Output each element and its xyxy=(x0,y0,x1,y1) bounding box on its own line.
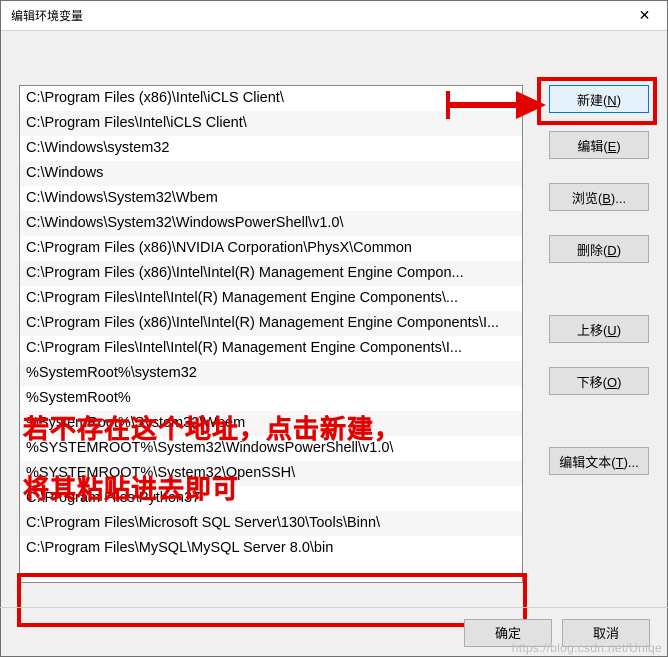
label-key: B xyxy=(602,191,611,206)
label: 下移( xyxy=(577,375,607,390)
moveup-button[interactable]: 上移(U) xyxy=(549,315,649,343)
button-column: 新建(N) 编辑(E) 浏览(B)... 删除(D) 上移(U) 下移(O) 编… xyxy=(549,85,649,475)
label: 浏览( xyxy=(572,191,602,206)
list-item[interactable]: C:\Windows xyxy=(20,161,522,186)
label-key: T xyxy=(616,455,624,470)
list-item[interactable]: %SystemRoot% xyxy=(20,386,522,411)
list-item[interactable]: C:\Program Files\Intel\Intel(R) Manageme… xyxy=(20,336,522,361)
label-key: D xyxy=(607,243,616,258)
label: 上移( xyxy=(577,323,607,338)
label: ) xyxy=(616,139,620,154)
new-button[interactable]: 新建(N) xyxy=(549,85,649,113)
list-item[interactable]: C:\Program Files (x86)\Intel\Intel(R) Ma… xyxy=(20,311,522,336)
label: ) xyxy=(617,93,621,108)
dialog-title: 编辑环境变量 xyxy=(11,7,622,24)
list-item[interactable]: C:\Windows\system32 xyxy=(20,136,522,161)
path-listbox[interactable]: C:\Program Files (x86)\Intel\iCLS Client… xyxy=(19,85,523,583)
label: ) xyxy=(617,243,621,258)
spacer xyxy=(549,119,649,125)
dialog-footer: 确定 取消 xyxy=(0,607,668,657)
list-item[interactable]: C:\Program Files\MySQL\MySQL Server 8.0\… xyxy=(20,536,522,561)
spacer xyxy=(549,217,649,229)
close-icon[interactable]: ✕ xyxy=(622,1,667,31)
label: ) xyxy=(617,323,621,338)
label: 新建( xyxy=(577,93,607,108)
content-area: C:\Program Files (x86)\Intel\iCLS Client… xyxy=(1,31,667,601)
label: )... xyxy=(624,455,639,470)
edit-button[interactable]: 编辑(E) xyxy=(549,131,649,159)
spacer xyxy=(549,349,649,361)
list-item[interactable]: %SYSTEMROOT%\System32\WindowsPowerShell\… xyxy=(20,436,522,461)
delete-button[interactable]: 删除(D) xyxy=(549,235,649,263)
spacer xyxy=(549,165,649,177)
titlebar: 编辑环境变量 ✕ xyxy=(1,1,667,31)
list-item[interactable]: C:\Program Files\Python37 xyxy=(20,486,522,511)
list-item[interactable]: %SYSTEMROOT%\System32\OpenSSH\ xyxy=(20,461,522,486)
list-item[interactable]: C:\Windows\System32\Wbem xyxy=(20,186,522,211)
label: 删除( xyxy=(577,243,607,258)
label-key: N xyxy=(607,93,616,108)
label-key: O xyxy=(607,375,617,390)
spacer xyxy=(549,269,649,309)
list-item[interactable]: C:\Program Files (x86)\Intel\Intel(R) Ma… xyxy=(20,261,522,286)
dialog: 编辑环境变量 ✕ C:\Program Files (x86)\Intel\iC… xyxy=(0,0,668,657)
list-item[interactable]: C:\Program Files\Microsoft SQL Server\13… xyxy=(20,511,522,536)
browse-button[interactable]: 浏览(B)... xyxy=(549,183,649,211)
list-item[interactable]: C:\Program Files (x86)\NVIDIA Corporatio… xyxy=(20,236,522,261)
label: 编辑( xyxy=(577,139,607,154)
list-item[interactable]: C:\Windows\System32\WindowsPowerShell\v1… xyxy=(20,211,522,236)
list-item[interactable]: %SystemRoot%\system32 xyxy=(20,361,522,386)
list-item[interactable]: C:\Program Files\Intel\Intel(R) Manageme… xyxy=(20,286,522,311)
list-item[interactable]: C:\Program Files\Intel\iCLS Client\ xyxy=(20,111,522,136)
cancel-button[interactable]: 取消 xyxy=(562,619,650,647)
spacer xyxy=(549,401,649,441)
list-item[interactable]: %SystemRoot%\System32\Wbem xyxy=(20,411,522,436)
label: )... xyxy=(611,191,626,206)
list-item[interactable]: C:\Program Files (x86)\Intel\iCLS Client… xyxy=(20,86,522,111)
edittext-button[interactable]: 编辑文本(T)... xyxy=(549,447,649,475)
ok-button[interactable]: 确定 xyxy=(464,619,552,647)
label: 编辑文本( xyxy=(559,455,615,470)
label-key: U xyxy=(607,323,616,338)
movedown-button[interactable]: 下移(O) xyxy=(549,367,649,395)
label: ) xyxy=(617,375,621,390)
